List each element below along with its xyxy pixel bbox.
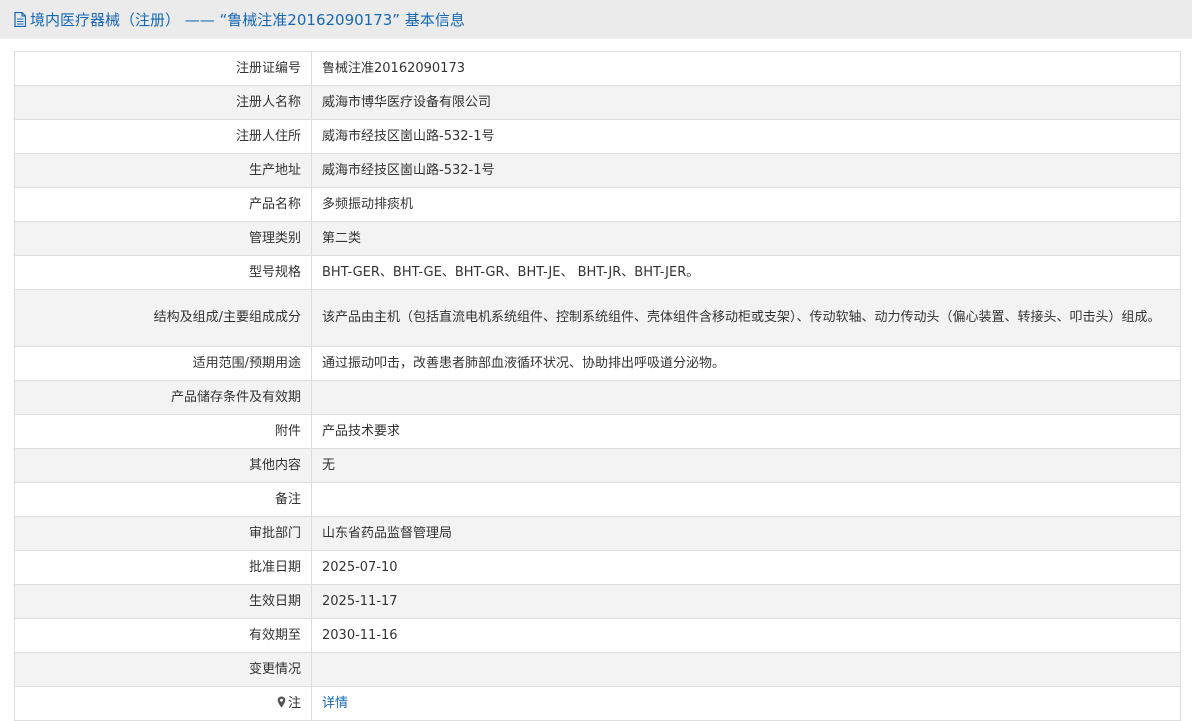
- row-label: 生效日期: [14, 584, 312, 619]
- row-label: 其他内容: [14, 448, 312, 483]
- row-value: [311, 652, 1181, 687]
- row-label: 产品储存条件及有效期: [14, 380, 312, 415]
- row-label-note: 注: [14, 686, 312, 721]
- row-label: 生产地址: [14, 153, 312, 188]
- row-value: BHT-GER、BHT-GE、BHT-GR、BHT-JE、 BHT-JR、BHT…: [311, 255, 1181, 290]
- table-row: 注册证编号 鲁械注准20162090173: [14, 51, 1181, 86]
- row-label: 产品名称: [14, 187, 312, 222]
- row-value: 该产品由主机（包括直流电机系统组件、控制系统组件、壳体组件含移动柜或支架）、传动…: [311, 289, 1181, 347]
- row-value: 2030-11-16: [311, 618, 1181, 653]
- row-label: 附件: [14, 414, 312, 449]
- row-label: 备注: [14, 482, 312, 517]
- table-row: 结构及组成/主要组成成分 该产品由主机（包括直流电机系统组件、控制系统组件、壳体…: [14, 289, 1181, 347]
- row-value: 多频振动排痰机: [311, 187, 1181, 222]
- row-label: 适用范围/预期用途: [14, 346, 312, 381]
- page-header: 境内医疗器械（注册） —— “鲁械注准20162090173” 基本信息: [0, 0, 1192, 39]
- row-value: 通过振动叩击，改善患者肺部血液循环状况、协助排出呼吸道分泌物。: [311, 346, 1181, 381]
- row-value: 2025-11-17: [311, 584, 1181, 619]
- table-row: 生效日期 2025-11-17: [14, 584, 1181, 619]
- row-label: 变更情况: [14, 652, 312, 687]
- table-row: 生产地址 威海市经技区崮山路-532-1号: [14, 153, 1181, 188]
- table-row: 变更情况: [14, 652, 1181, 687]
- row-label: 注册人名称: [14, 85, 312, 120]
- table-row: 产品名称 多频振动排痰机: [14, 187, 1181, 222]
- row-value: 第二类: [311, 221, 1181, 256]
- row-value: 山东省药品监督管理局: [311, 516, 1181, 551]
- row-value: 产品技术要求: [311, 414, 1181, 449]
- page-title: 境内医疗器械（注册） —— “鲁械注准20162090173” 基本信息: [30, 11, 465, 29]
- row-label: 结构及组成/主要组成成分: [14, 289, 312, 347]
- row-label: 有效期至: [14, 618, 312, 653]
- row-value: 详情: [311, 686, 1181, 721]
- note-label: 注: [287, 695, 301, 711]
- table-row: 批准日期 2025-07-10: [14, 550, 1181, 585]
- row-value: 威海市博华医疗设备有限公司: [311, 85, 1181, 120]
- table-row: 注 详情: [14, 686, 1181, 721]
- table-row: 管理类别 第二类: [14, 221, 1181, 256]
- row-label: 注册人住所: [14, 119, 312, 154]
- table-row: 有效期至 2030-11-16: [14, 618, 1181, 653]
- table-row: 审批部门 山东省药品监督管理局: [14, 516, 1181, 551]
- row-label: 批准日期: [14, 550, 312, 585]
- row-value: 威海市经技区崮山路-532-1号: [311, 119, 1181, 154]
- document-icon: [14, 12, 26, 27]
- row-label: 审批部门: [14, 516, 312, 551]
- row-value: [311, 482, 1181, 517]
- row-label: 注册证编号: [14, 51, 312, 86]
- row-value: 鲁械注准20162090173: [311, 51, 1181, 86]
- table-row: 型号规格 BHT-GER、BHT-GE、BHT-GR、BHT-JE、 BHT-J…: [14, 255, 1181, 290]
- table-row: 附件 产品技术要求: [14, 414, 1181, 449]
- table-row: 适用范围/预期用途 通过振动叩击，改善患者肺部血液循环状况、协助排出呼吸道分泌物…: [14, 346, 1181, 381]
- row-value: 2025-07-10: [311, 550, 1181, 585]
- row-label: 管理类别: [14, 221, 312, 256]
- location-pin-icon: [277, 696, 286, 708]
- table-row: 注册人名称 威海市博华医疗设备有限公司: [14, 85, 1181, 120]
- row-label: 型号规格: [14, 255, 312, 290]
- row-value: 无: [311, 448, 1181, 483]
- table-row: 其他内容 无: [14, 448, 1181, 483]
- row-value: [311, 380, 1181, 415]
- basic-info-table: 注册证编号 鲁械注准20162090173 注册人名称 威海市博华医疗设备有限公…: [14, 51, 1181, 721]
- table-row: 备注: [14, 482, 1181, 517]
- table-row: 产品储存条件及有效期: [14, 380, 1181, 415]
- details-link[interactable]: 详情: [322, 696, 348, 711]
- row-value: 威海市经技区崮山路-532-1号: [311, 153, 1181, 188]
- table-row: 注册人住所 威海市经技区崮山路-532-1号: [14, 119, 1181, 154]
